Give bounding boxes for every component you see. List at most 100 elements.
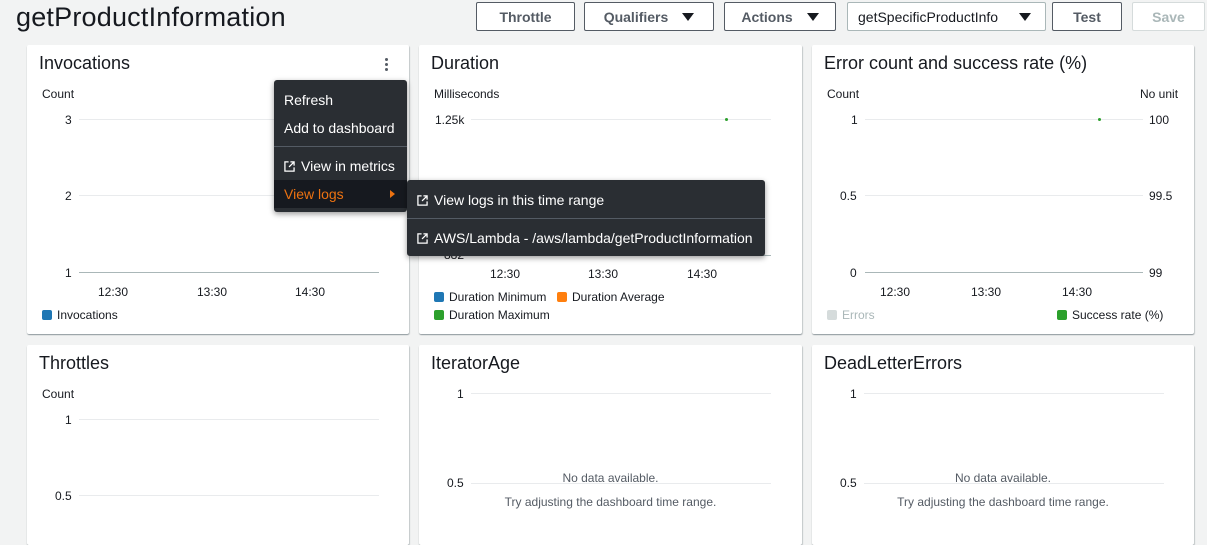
iterator-age-card: IteratorAge 1 0.5 No data available. Try… <box>419 345 802 545</box>
card-title: DeadLetterErrors <box>824 353 963 373</box>
y-tick: 1 <box>65 266 72 280</box>
legend-label: Duration Minimum <box>449 290 547 304</box>
y-tick: 1 <box>65 413 72 427</box>
gridline <box>79 495 379 496</box>
page-title: getProductInformation <box>16 2 286 32</box>
menu-item-log-group[interactable]: AWS/Lambda - /aws/lambda/getProductInfor… <box>407 224 765 252</box>
legend-swatch <box>42 310 52 320</box>
x-tick: 13:30 <box>588 267 619 281</box>
qualifiers-dropdown[interactable]: Qualifiers <box>584 2 714 31</box>
legend-label: Success rate (%) <box>1072 308 1164 322</box>
x-tick: 14:30 <box>687 267 718 281</box>
y-tick: 0.5 <box>840 189 857 203</box>
no-data-hint: Try adjusting the dashboard time range. <box>897 495 1109 509</box>
legend-label: Duration Average <box>572 290 665 304</box>
menu-item-view-in-metrics[interactable]: View in metrics <box>274 152 407 180</box>
legend-item[interactable]: Invocations <box>42 308 118 322</box>
x-tick: 13:30 <box>971 285 1002 299</box>
legend-label: Invocations <box>57 308 118 322</box>
menu-item-label: View logs <box>284 186 344 202</box>
data-point <box>1098 118 1101 121</box>
legend-item[interactable]: Duration Average <box>557 290 665 304</box>
unit-label-right: No unit <box>1140 87 1179 101</box>
legend-item[interactable]: Success rate (%) <box>1057 308 1163 322</box>
y-tick-right: 99.5 <box>1149 189 1173 203</box>
menu-item-label: View in metrics <box>301 158 395 174</box>
no-data-hint: Try adjusting the dashboard time range. <box>504 495 717 509</box>
unit-label: Milliseconds <box>434 87 500 101</box>
y-tick: 0.5 <box>55 489 72 503</box>
card-context-menu: Refresh Add to dashboard View in metrics… <box>274 80 407 212</box>
x-tick: 14:30 <box>295 285 326 299</box>
y-tick: 1.25k <box>435 113 465 127</box>
legend-swatch <box>434 292 444 302</box>
test-button[interactable]: Test <box>1052 2 1122 31</box>
legend-swatch <box>434 310 444 320</box>
x-tick: 14:30 <box>1062 285 1093 299</box>
actions-dropdown[interactable]: Actions <box>724 2 836 31</box>
legend-item[interactable]: Duration Minimum <box>434 290 546 304</box>
x-tick: 13:30 <box>197 285 228 299</box>
caret-down-icon <box>682 12 695 21</box>
caret-down-icon <box>1019 13 1031 21</box>
save-button: Save <box>1132 2 1205 31</box>
more-options-icon[interactable] <box>385 58 389 73</box>
gridline <box>864 393 1164 394</box>
legend-label: Errors <box>842 308 875 322</box>
external-link-icon <box>284 161 295 172</box>
gridline <box>865 195 1143 196</box>
y-tick: 2 <box>65 189 72 203</box>
menu-item-label: AWS/Lambda - /aws/lambda/getProductInfor… <box>434 230 753 246</box>
legend-item[interactable]: Duration Maximum <box>434 308 550 322</box>
legend-label: Duration Maximum <box>449 308 550 322</box>
y-tick: 0 <box>850 266 857 280</box>
throttle-button[interactable]: Throttle <box>476 2 575 31</box>
qualifiers-label: Qualifiers <box>603 8 669 25</box>
y-tick: 1 <box>851 113 858 127</box>
card-title: Invocations <box>39 53 131 73</box>
unit-label: Count <box>42 87 75 101</box>
y-tick: 1 <box>850 387 857 401</box>
submenu-arrow-icon <box>390 190 395 198</box>
x-tick: 12:30 <box>490 267 521 281</box>
legend-item[interactable]: Errors <box>827 308 875 322</box>
unit-label: Count <box>42 387 75 401</box>
gridline <box>471 393 771 394</box>
caret-down-icon <box>806 12 819 21</box>
external-link-icon <box>417 233 428 244</box>
menu-item-view-logs-range[interactable]: View logs in this time range <box>407 186 765 214</box>
alias-select-value: getSpecificProductInfo <box>858 8 999 25</box>
actions-label: Actions <box>741 8 793 25</box>
card-title: IteratorAge <box>431 353 521 373</box>
menu-item-refresh[interactable]: Refresh <box>274 86 407 114</box>
x-axis <box>865 272 1143 273</box>
view-logs-submenu: View logs in this time range AWS/Lambda … <box>407 180 765 256</box>
menu-item-label: View logs in this time range <box>434 192 605 208</box>
card-title: Duration <box>431 53 500 73</box>
x-tick: 12:30 <box>98 285 129 299</box>
card-title: Throttles <box>39 353 110 373</box>
legend-swatch <box>557 292 567 302</box>
menu-divider <box>274 146 407 147</box>
x-tick: 12:30 <box>880 285 911 299</box>
y-tick: 1 <box>457 387 464 401</box>
error-count-card: Error count and success rate (%) Count N… <box>812 45 1194 334</box>
legend-swatch <box>827 310 837 320</box>
dead-letter-errors-card: DeadLetterErrors 1 0.5 No data available… <box>812 345 1194 545</box>
data-point <box>725 118 728 121</box>
legend-swatch <box>1057 310 1067 320</box>
y-tick-right: 100 <box>1149 113 1170 127</box>
no-data-message: No data available. <box>954 471 1052 485</box>
alias-select[interactable]: getSpecificProductInfo <box>847 2 1046 31</box>
throttles-card: Throttles Count 1 0.5 <box>27 345 409 545</box>
menu-item-view-logs[interactable]: View logs <box>274 180 407 208</box>
no-data-message: No data available. <box>562 471 659 485</box>
gridline <box>865 119 1143 120</box>
card-title: Error count and success rate (%) <box>824 53 1088 73</box>
menu-divider <box>407 218 765 219</box>
menu-item-add-to-dashboard[interactable]: Add to dashboard <box>274 114 407 142</box>
y-tick: 3 <box>65 113 72 127</box>
x-axis <box>79 272 379 273</box>
gridline <box>79 419 379 420</box>
y-tick-right: 99 <box>1149 266 1163 280</box>
